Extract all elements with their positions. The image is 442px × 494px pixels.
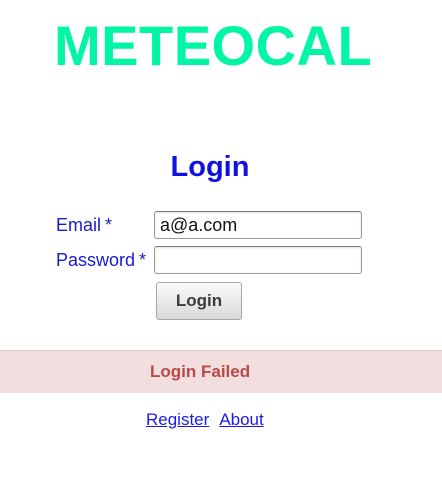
password-label-text: Password: [56, 250, 136, 270]
login-button[interactable]: Login: [156, 282, 242, 320]
password-required-mark: *: [139, 250, 147, 270]
email-input[interactable]: [154, 211, 362, 239]
app-title: METEOCAL: [54, 14, 373, 77]
password-label: Password *: [56, 249, 146, 271]
password-input[interactable]: [154, 246, 362, 274]
error-message-banner: Login Failed: [0, 350, 442, 393]
footer-links: Register About: [146, 410, 264, 430]
error-message-text: Login Failed: [150, 362, 251, 381]
email-label: Email *: [56, 214, 112, 236]
email-label-text: Email: [56, 215, 102, 235]
register-link[interactable]: Register: [146, 410, 209, 429]
about-link[interactable]: About: [219, 410, 263, 429]
login-form-title: Login: [170, 151, 250, 183]
email-required-mark: *: [105, 215, 113, 235]
